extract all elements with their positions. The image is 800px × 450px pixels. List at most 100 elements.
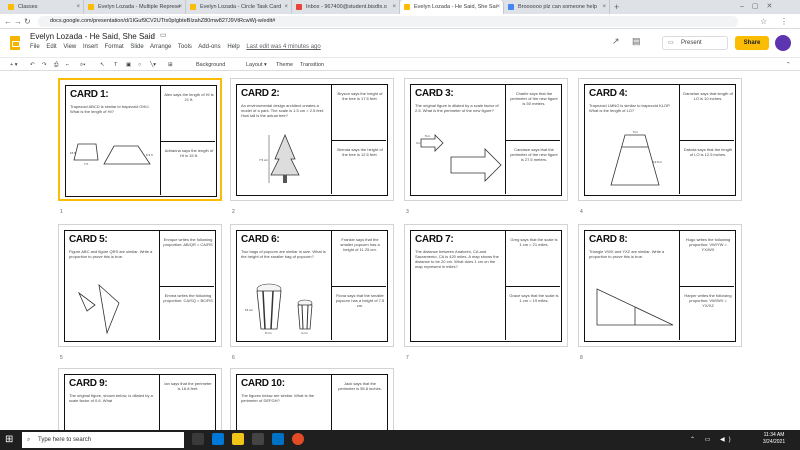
menu-help[interactable]: Help bbox=[227, 44, 239, 50]
card-title: CARD 3: bbox=[415, 88, 454, 99]
browser-tab[interactable]: Classes × bbox=[4, 0, 84, 14]
triangles-figure bbox=[78, 283, 120, 335]
card-problem: Two bags of popcorn are similar in size.… bbox=[241, 249, 326, 259]
slide-thumbnail[interactable]: CARD 10: The figures below are similar. … bbox=[230, 368, 394, 435]
card-problem: The figures below are similar. What is t… bbox=[241, 393, 315, 403]
move-folder-icon[interactable]: ▭ bbox=[160, 31, 167, 39]
print-icon[interactable]: ⎙ bbox=[54, 61, 58, 69]
address-bar-row: ← → ↻ docs.google.com/presentation/d/1IG… bbox=[0, 14, 800, 29]
star-icon[interactable]: ☆ bbox=[150, 32, 156, 40]
store-icon[interactable] bbox=[252, 433, 264, 445]
present-button[interactable]: ▭ Present bbox=[662, 36, 728, 50]
reload-icon[interactable]: ↻ bbox=[24, 16, 31, 27]
window-controls[interactable]: –▢✕ bbox=[740, 0, 780, 14]
menu-slide[interactable]: Slide bbox=[130, 44, 143, 50]
card-answer-2: Harper writes the following proportion: … bbox=[684, 293, 732, 308]
transition-button[interactable]: Transition bbox=[300, 61, 324, 69]
shape-icon[interactable]: ○ bbox=[138, 61, 141, 69]
divider bbox=[679, 286, 734, 287]
undo-icon[interactable]: ↶ bbox=[30, 61, 35, 69]
new-tab-button[interactable]: + bbox=[614, 0, 619, 14]
divider bbox=[160, 141, 215, 142]
card-problem: Figure ABC and figure QRS are similar. W… bbox=[69, 249, 153, 259]
slide-thumbnail[interactable]: CARD 8: Triangle VWX and YXZ are similar… bbox=[578, 224, 742, 347]
select-icon[interactable]: ↖ bbox=[100, 61, 105, 69]
slide-thumbnail[interactable]: CARD 2: An environmental design architec… bbox=[230, 78, 394, 201]
slide-thumbnail[interactable]: CARD 7: The distance between Anaheim, CA… bbox=[404, 224, 568, 347]
slide-thumbnail[interactable]: CARD 1: Trapezoid ABCD is similar to tra… bbox=[58, 78, 222, 201]
comment-add-icon[interactable]: ⊞ bbox=[168, 61, 173, 69]
close-icon[interactable]: × bbox=[178, 0, 182, 14]
figure-label: 3 m bbox=[416, 141, 422, 145]
slide-number: 8 bbox=[580, 355, 583, 361]
file-explorer-icon[interactable] bbox=[232, 433, 244, 445]
back-icon[interactable]: ← bbox=[4, 16, 12, 27]
slides-icon bbox=[190, 4, 196, 10]
background-button[interactable]: Background bbox=[196, 61, 225, 69]
task-view-icon[interactable] bbox=[192, 433, 204, 445]
slide-thumbnail[interactable]: CARD 4: Trapezoid LMNO is similar to tra… bbox=[578, 78, 742, 201]
mail-icon[interactable] bbox=[272, 433, 284, 445]
search-icon: ⌕ bbox=[27, 437, 31, 443]
close-icon[interactable]: × bbox=[76, 0, 80, 14]
card-title: CARD 8: bbox=[589, 234, 628, 245]
browser-tab[interactable]: Inbox - 967400@student.bisdtx.o × bbox=[292, 0, 400, 14]
activity-icon[interactable]: ↗ bbox=[612, 36, 620, 47]
menu-format[interactable]: Format bbox=[105, 44, 124, 50]
system-tray[interactable]: ⌃ ▭ ◀) bbox=[690, 434, 735, 446]
figure-label: 5 m bbox=[425, 134, 431, 138]
forward-icon[interactable]: → bbox=[14, 16, 22, 27]
layout-button[interactable]: Layout ▾ bbox=[246, 61, 267, 69]
slide-thumbnail[interactable]: CARD 6: Two bags of popcorn are similar … bbox=[230, 224, 394, 347]
paint-format-icon[interactable]: ⌐ bbox=[66, 61, 69, 69]
menu-addons[interactable]: Add-ons bbox=[198, 44, 220, 50]
menu-file[interactable]: File bbox=[30, 44, 40, 50]
edge-icon[interactable] bbox=[212, 433, 224, 445]
trapezoid-figure: 15 ft 7 ft 6.3 ft bbox=[70, 143, 153, 166]
new-slide-icon[interactable]: + ▾ bbox=[10, 61, 18, 69]
close-icon[interactable]: × bbox=[496, 0, 500, 14]
menu-edit[interactable]: Edit bbox=[46, 44, 56, 50]
taskbar-clock[interactable]: 11:34 AM 3/24/2021 bbox=[754, 432, 794, 446]
share-button[interactable]: Share bbox=[735, 36, 769, 50]
comment-icon[interactable]: ▤ bbox=[632, 36, 641, 47]
textbox-icon[interactable]: T bbox=[114, 61, 117, 69]
slide-thumbnail[interactable]: CARD 9: The original figure, shown below… bbox=[58, 368, 222, 435]
slide-number: 5 bbox=[60, 355, 63, 361]
redo-icon[interactable]: ↷ bbox=[42, 61, 47, 69]
card-answer-2: Candace says that the perimeter of the n… bbox=[510, 147, 558, 162]
browser-tab[interactable]: Evelyn Lozada - Circle Task Card × bbox=[186, 0, 292, 14]
card-answer-1: Bryson says the height of the tree is 17… bbox=[337, 91, 383, 101]
slide-grid-view: CARD 1: Trapezoid ABCD is similar to tra… bbox=[0, 72, 800, 435]
browser-tab-active[interactable]: Evelyn Lozada - He Said, She Sai × bbox=[400, 0, 504, 14]
browser-tab[interactable]: Broooooo plz can someone help × bbox=[504, 0, 610, 14]
zoom-icon[interactable]: ⌕▾ bbox=[80, 61, 85, 69]
document-title[interactable]: Evelyn Lozada - He Said, She Said bbox=[30, 32, 155, 41]
menu-arrange[interactable]: Arrange bbox=[150, 44, 171, 50]
taskbar-search-input[interactable]: ⌕ Type here to search bbox=[22, 432, 184, 448]
collapse-icon[interactable]: ⌃ bbox=[786, 61, 791, 69]
image-icon[interactable]: ▣ bbox=[126, 61, 131, 69]
menu-insert[interactable]: Insert bbox=[83, 44, 98, 50]
chrome-icon[interactable] bbox=[292, 433, 304, 445]
menu-tools[interactable]: Tools bbox=[178, 44, 192, 50]
windows-start-icon[interactable]: ⊞ bbox=[5, 434, 17, 446]
menu-view[interactable]: View bbox=[63, 44, 76, 50]
slides-logo-icon[interactable] bbox=[10, 36, 20, 50]
close-icon[interactable]: × bbox=[392, 0, 396, 14]
last-edit-link[interactable]: Last edit was 4 minutes ago bbox=[246, 44, 320, 50]
theme-button[interactable]: Theme bbox=[276, 61, 293, 69]
star-icon[interactable]: ☆ bbox=[760, 16, 767, 27]
card-answer-2: Brenda says the height of the tree is 12… bbox=[337, 147, 383, 157]
avatar[interactable] bbox=[775, 35, 791, 51]
close-icon[interactable]: × bbox=[284, 0, 288, 14]
line-icon[interactable]: ╲▾ bbox=[150, 61, 156, 69]
card-answer-2: Adrianna says the length of HI is 15 ft. bbox=[164, 148, 214, 158]
browser-tab[interactable]: Evelyn Lozada - Multiple Represe × bbox=[84, 0, 186, 14]
task-card: CARD 6: Two bags of popcorn are similar … bbox=[236, 230, 388, 342]
menu-dots-icon[interactable]: ⋮ bbox=[780, 16, 788, 27]
slide-thumbnail[interactable]: CARD 5: Figure ABC and figure QRS are si… bbox=[58, 224, 222, 347]
url-input[interactable]: docs.google.com/presentation/d/1IGuf9CV2… bbox=[38, 16, 738, 27]
slide-thumbnail[interactable]: CARD 3: The original figure is dilated b… bbox=[404, 78, 568, 201]
close-icon[interactable]: × bbox=[602, 0, 606, 14]
